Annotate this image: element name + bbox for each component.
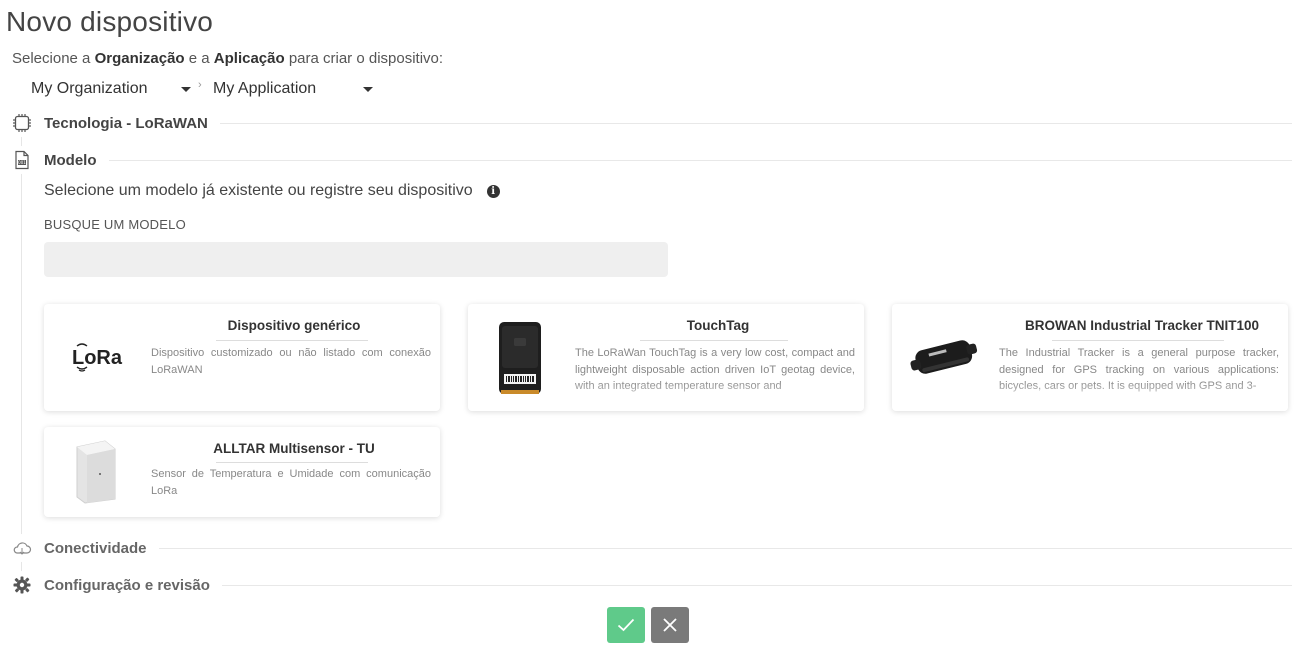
cloud-icon	[8, 534, 36, 562]
organization-dropdown[interactable]: My Organization	[31, 80, 191, 98]
step-technology[interactable]: Tecnologia - LoRaWAN	[8, 109, 1292, 137]
organization-value: My Organization	[31, 80, 148, 97]
model-search-input[interactable]	[44, 242, 668, 277]
model-prompt-text: Selecione um modelo já existente ou regi…	[44, 182, 473, 199]
card-title: ALLTAR Multisensor - TU	[213, 441, 375, 456]
text-fade	[148, 499, 440, 517]
divider	[108, 159, 1292, 161]
alltar-sensor-image	[44, 427, 148, 517]
cancel-button[interactable]	[651, 607, 689, 643]
step-model[interactable]: 001 Modelo	[8, 146, 1292, 174]
application-dropdown[interactable]: My Application	[213, 80, 373, 98]
instruction-text: Selecione a Organização e a Aplicação pa…	[12, 50, 444, 67]
page-title: Novo dispositivo	[6, 6, 214, 37]
search-label: BUSQUE UM MODELO	[44, 217, 186, 232]
application-value: My Application	[213, 80, 317, 97]
step-connectivity[interactable]: Conectividade	[8, 534, 1292, 562]
step-configuration[interactable]: Configuração e revisão	[8, 571, 1292, 599]
browan-tracker-image	[892, 304, 996, 411]
touchtag-device-image	[468, 304, 572, 411]
card-description: Sensor de Temperatura e Umidade com comu…	[151, 468, 431, 497]
step-connectivity-label: Conectividade	[44, 539, 147, 557]
card-description: Dispositivo customizado ou não listado c…	[151, 347, 431, 376]
close-icon	[663, 618, 677, 632]
file-icon: 001	[8, 146, 36, 174]
card-title: BROWAN Industrial Tracker TNIT100	[1024, 318, 1260, 333]
step-model-label: Modelo	[44, 151, 97, 169]
svg-text:001: 001	[18, 160, 26, 165]
info-icon[interactable]: i	[486, 184, 500, 198]
model-card-generic[interactable]: LoRa Dispositivo genérico Dispositivo cu…	[44, 304, 440, 411]
lora-logo: LoRa	[44, 304, 148, 411]
check-icon	[617, 618, 635, 632]
divider	[221, 584, 1292, 586]
chevron-right-icon: ›	[198, 79, 202, 91]
confirm-button[interactable]	[607, 607, 645, 643]
model-prompt: Selecione um modelo já existente ou regi…	[44, 182, 500, 200]
model-card-touchtag[interactable]: TouchTag The LoRaWan TouchTag is a very …	[468, 304, 864, 411]
caret-down-icon	[181, 86, 191, 92]
divider	[640, 340, 788, 341]
card-title: TouchTag	[686, 318, 750, 333]
org-app-selector: My Organization › My Application	[31, 78, 373, 100]
model-card-alltar-multisensor[interactable]: ALLTAR Multisensor - TU Sensor de Temper…	[44, 427, 440, 517]
step-technology-label: Tecnologia - LoRaWAN	[44, 114, 208, 132]
card-title: Dispositivo genérico	[227, 318, 361, 333]
divider	[216, 340, 368, 341]
divider	[158, 547, 1292, 549]
caret-down-icon	[363, 86, 373, 92]
gear-icon	[8, 571, 36, 599]
divider	[216, 462, 368, 463]
model-card-browan-tracker[interactable]: BROWAN Industrial Tracker TNIT100 The In…	[892, 304, 1288, 411]
step-configuration-label: Configuração e revisão	[44, 576, 210, 594]
stepper-rail	[21, 123, 22, 588]
divider	[219, 122, 1292, 124]
divider	[1052, 340, 1224, 341]
chip-icon	[8, 109, 36, 137]
card-description: The LoRaWan TouchTag is a very low cost,…	[575, 347, 855, 392]
card-description: The Industrial Tracker is a general purp…	[999, 347, 1279, 392]
svg-text:LoRa: LoRa	[72, 347, 123, 369]
